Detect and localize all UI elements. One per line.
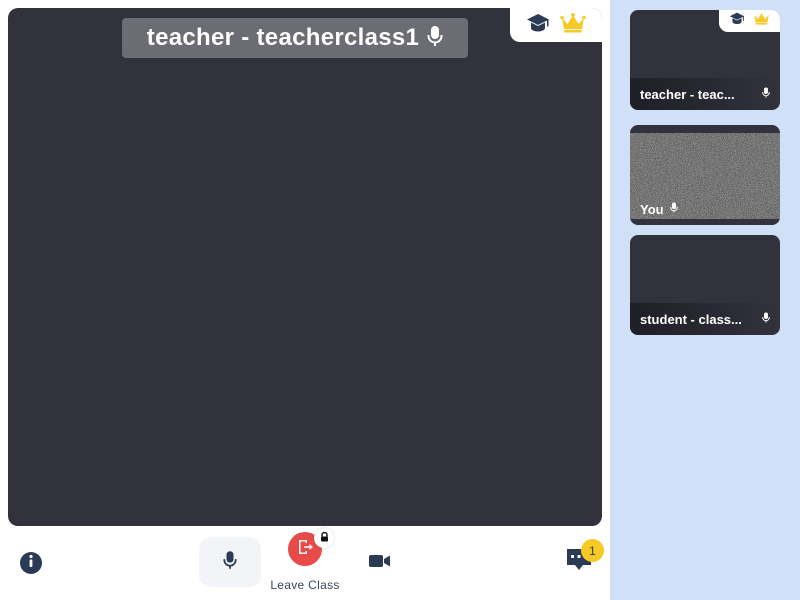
video-camera-icon (369, 554, 391, 573)
mic-icon (223, 550, 237, 575)
exit-door-icon (296, 538, 314, 561)
mic-icon (762, 310, 770, 328)
tile-role-badge (719, 10, 780, 32)
main-role-badge (510, 8, 602, 42)
lock-badge (314, 528, 334, 548)
tile-label-bar: You (630, 193, 780, 225)
main-video-stage: teacher - teacherclass1 (8, 8, 602, 526)
graduation-cap-icon (526, 13, 550, 38)
participant-tile-self[interactable]: You (630, 125, 780, 225)
classroom-app: teacher - teacherclass1 teacher - teac..… (0, 0, 800, 600)
lock-icon (320, 529, 329, 547)
crown-icon (753, 12, 770, 30)
mic-icon (762, 85, 770, 103)
participant-name: You (640, 201, 664, 217)
graduation-cap-icon (729, 12, 745, 30)
participants-sidebar: teacher - teac... You student - class... (610, 0, 800, 600)
main-participant-name: teacher - teacherclass1 (146, 24, 420, 51)
main-participant-name-pill: teacher - teacherclass1 (122, 18, 468, 58)
leave-class-control: Leave Class (258, 528, 352, 594)
mic-icon (669, 200, 678, 218)
leave-class-label: Leave Class (270, 578, 340, 592)
info-button[interactable] (20, 552, 42, 574)
participant-tile-teacher[interactable]: teacher - teac... (630, 10, 780, 110)
chat-unread-badge: 1 (581, 539, 604, 562)
info-icon (20, 550, 42, 577)
participant-name: teacher - teac... (640, 86, 735, 102)
camera-toggle-button[interactable] (366, 550, 394, 576)
microphone-toggle-button[interactable] (199, 537, 261, 587)
participant-tile-student[interactable]: student - class... (630, 235, 780, 335)
participant-name: student - class... (640, 311, 742, 327)
tile-label-bar: teacher - teac... (630, 78, 780, 110)
bottom-toolbar: Leave Class 1 (0, 526, 610, 600)
crown-icon (560, 12, 586, 38)
mic-icon (427, 25, 443, 51)
tile-label-bar: student - class... (630, 303, 780, 335)
